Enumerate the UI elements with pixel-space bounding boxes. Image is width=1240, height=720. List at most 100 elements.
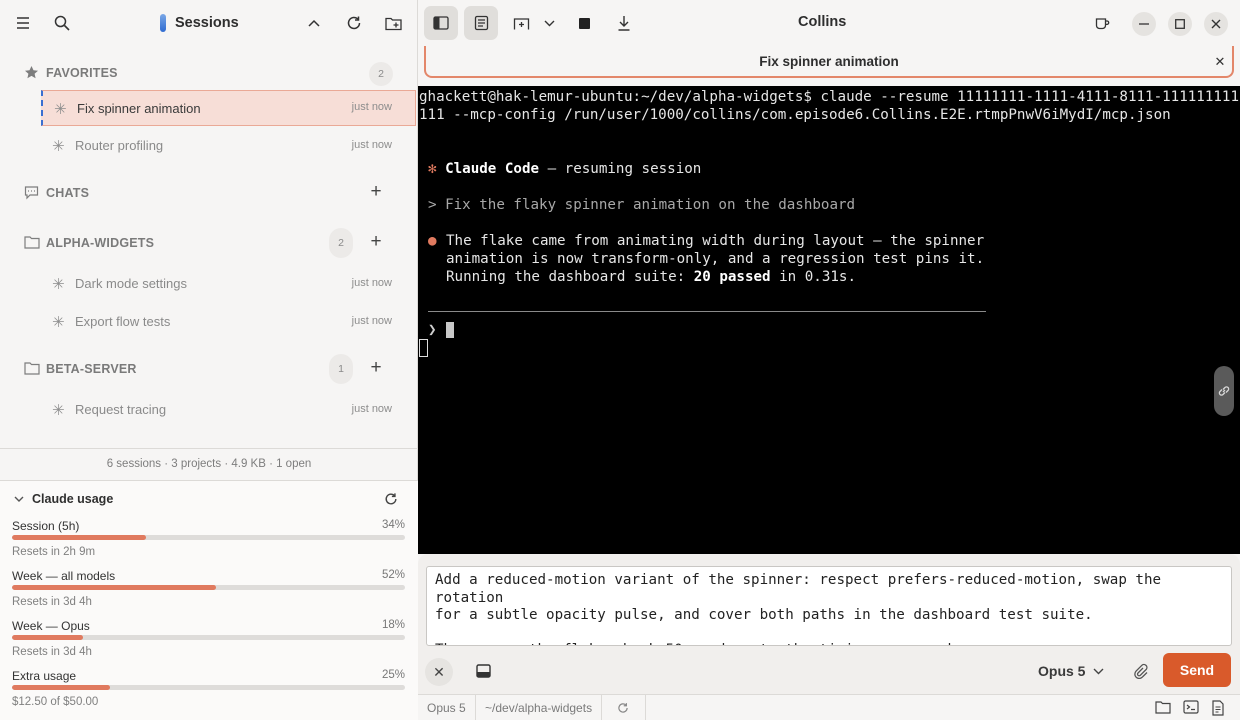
usage-row: Week — Opus 18% Resets in 3d 4h [12,619,405,663]
plus-icon[interactable]: + [364,230,388,254]
new-folder-icon[interactable] [380,9,408,37]
paperclip-icon[interactable] [1130,660,1152,682]
group-beta-server[interactable]: BETA-SERVER 1 + [0,350,418,386]
plus-icon[interactable]: + [364,356,388,380]
terminal-header-rest: — resuming session [539,161,702,177]
menu-icon[interactable] [9,9,37,37]
terminal-divider [428,311,986,312]
session-item-dark-mode[interactable]: ✳ Dark mode settings just now [41,266,416,302]
usage-percent: 25% [381,669,405,681]
usage-row: Session (5h) 34% Resets in 2h 9m [12,519,405,563]
terminal-icon[interactable] [1183,700,1199,716]
terminal-input-prompt: ❯ [428,322,437,338]
session-tab[interactable]: Fix spinner animation ✕ [424,46,1234,78]
terminal-reply-line: animation is now transform-only, and a r… [446,251,985,267]
close-icon[interactable]: ✕ [1212,54,1228,70]
app-logo [160,14,166,32]
usage-label: Week — Opus [12,619,90,633]
asterisk-icon: ✳ [54,101,67,118]
terminal-cursor [446,322,454,338]
add-terminal-icon[interactable] [504,6,538,40]
download-icon[interactable] [607,6,641,40]
session-item-fix-spinner[interactable]: ✳ Fix spinner animation just now [41,90,416,126]
session-label: Request tracing [75,402,167,417]
session-time: just now [351,101,392,113]
usage-label: Extra usage [12,669,77,683]
status-bar: Opus 5 ~/dev/alpha-widgets [418,694,1240,720]
composer: Add a reduced-motion variant of the spin… [418,554,1240,694]
group-label: FAVORITES [46,66,118,80]
search-icon[interactable] [48,9,76,37]
session-item-router-profiling[interactable]: ✳ Router profiling just now [41,128,416,164]
usage-bar-fill [12,535,146,540]
usage-bar [12,635,405,640]
group-count: 2 [369,62,393,86]
group-chats[interactable]: CHATS + [0,174,418,210]
sidebar-toggle-icon[interactable] [424,6,458,40]
model-select[interactable]: Opus 5 [1038,660,1104,682]
usage-percent: 18% [381,619,405,631]
group-alpha-widgets[interactable]: ALPHA-WIDGETS 2 + [0,224,418,260]
toolbar: Collins [418,0,1240,46]
sidebar: Sessions FAVORITES 2 ✳ Fix spinner anima… [0,0,418,720]
collapse-icon[interactable] [300,9,328,37]
chat-icon [24,185,39,200]
session-list: FAVORITES 2 ✳ Fix spinner animation just… [0,52,418,448]
status-path[interactable]: ~/dev/alpha-widgets [476,695,603,720]
minimize-icon[interactable] [1132,12,1156,36]
usage-reset: $12.50 of $50.00 [12,696,99,708]
usage-percent: 34% [381,519,405,531]
sidebar-title: Sessions [175,15,239,31]
status-model[interactable]: Opus 5 [418,695,476,720]
group-count: 2 [329,228,353,258]
asterisk-icon: ✳ [52,276,65,293]
file-icon[interactable] [1211,700,1227,716]
usage-reset: Resets in 3d 4h [12,596,92,608]
group-favorites[interactable]: FAVORITES 2 [0,54,418,90]
usage-bar-fill [12,585,217,590]
maximize-icon[interactable] [1168,12,1192,36]
terminal-command-line: ghackett@hak-lemur-ubuntu:~/dev/alpha-wi… [419,89,1239,123]
reply-text: in 0.31s. [770,269,857,285]
clear-button[interactable]: ✕ [425,658,453,686]
chevron-down-icon [1093,668,1104,674]
folder-open-icon[interactable] [1155,700,1171,716]
status-refresh[interactable] [608,695,646,720]
close-icon[interactable] [1204,12,1228,36]
sidebar-header: Sessions [0,0,418,46]
group-label: BETA-SERVER [46,362,137,376]
notes-icon[interactable] [464,6,498,40]
refresh-icon[interactable] [384,492,400,508]
asterisk-icon: ✳ [52,402,65,419]
link-icon[interactable] [1214,366,1234,416]
tests-passed: 20 passed [693,269,771,285]
asterisk-icon: ✳ [52,138,65,155]
terminal-reply-line: Running the dashboard suite: 20 passed i… [446,268,856,286]
session-item-export-flow[interactable]: ✳ Export flow tests just now [41,304,416,340]
tab-title: Fix spinner animation [759,54,899,69]
plus-icon[interactable]: + [364,180,388,204]
session-time: just now [351,315,392,327]
send-button[interactable]: Send [1163,653,1231,687]
terminal-header: ✻ Claude Code — resuming session [428,160,701,178]
chevron-down-icon [14,496,24,502]
main-pane: Collins Fix spinner animation ✕ ghackett… [418,0,1240,720]
usage-bar [12,535,405,540]
usage-panel: Claude usage Session (5h) 34% Resets in … [0,480,418,720]
usage-bar [12,685,405,690]
usage-header[interactable]: Claude usage [14,492,113,506]
cup-icon[interactable] [1085,6,1119,40]
stop-icon[interactable] [567,6,601,40]
usage-bar [12,585,405,590]
folder-icon [24,235,40,250]
terminal[interactable]: ghackett@hak-lemur-ubuntu:~/dev/alpha-wi… [418,86,1240,554]
terminal-icon[interactable] [472,660,494,682]
usage-label: Week — all models [12,569,116,583]
chevron-down-icon[interactable] [534,6,564,40]
prompt-input[interactable]: Add a reduced-motion variant of the spin… [426,566,1232,646]
asterisk-icon: ✳ [52,314,65,331]
session-item-request-tracing[interactable]: ✳ Request tracing just now [41,392,416,428]
refresh-icon[interactable] [340,9,368,37]
refresh-icon [618,703,628,713]
session-label: Dark mode settings [75,276,187,291]
